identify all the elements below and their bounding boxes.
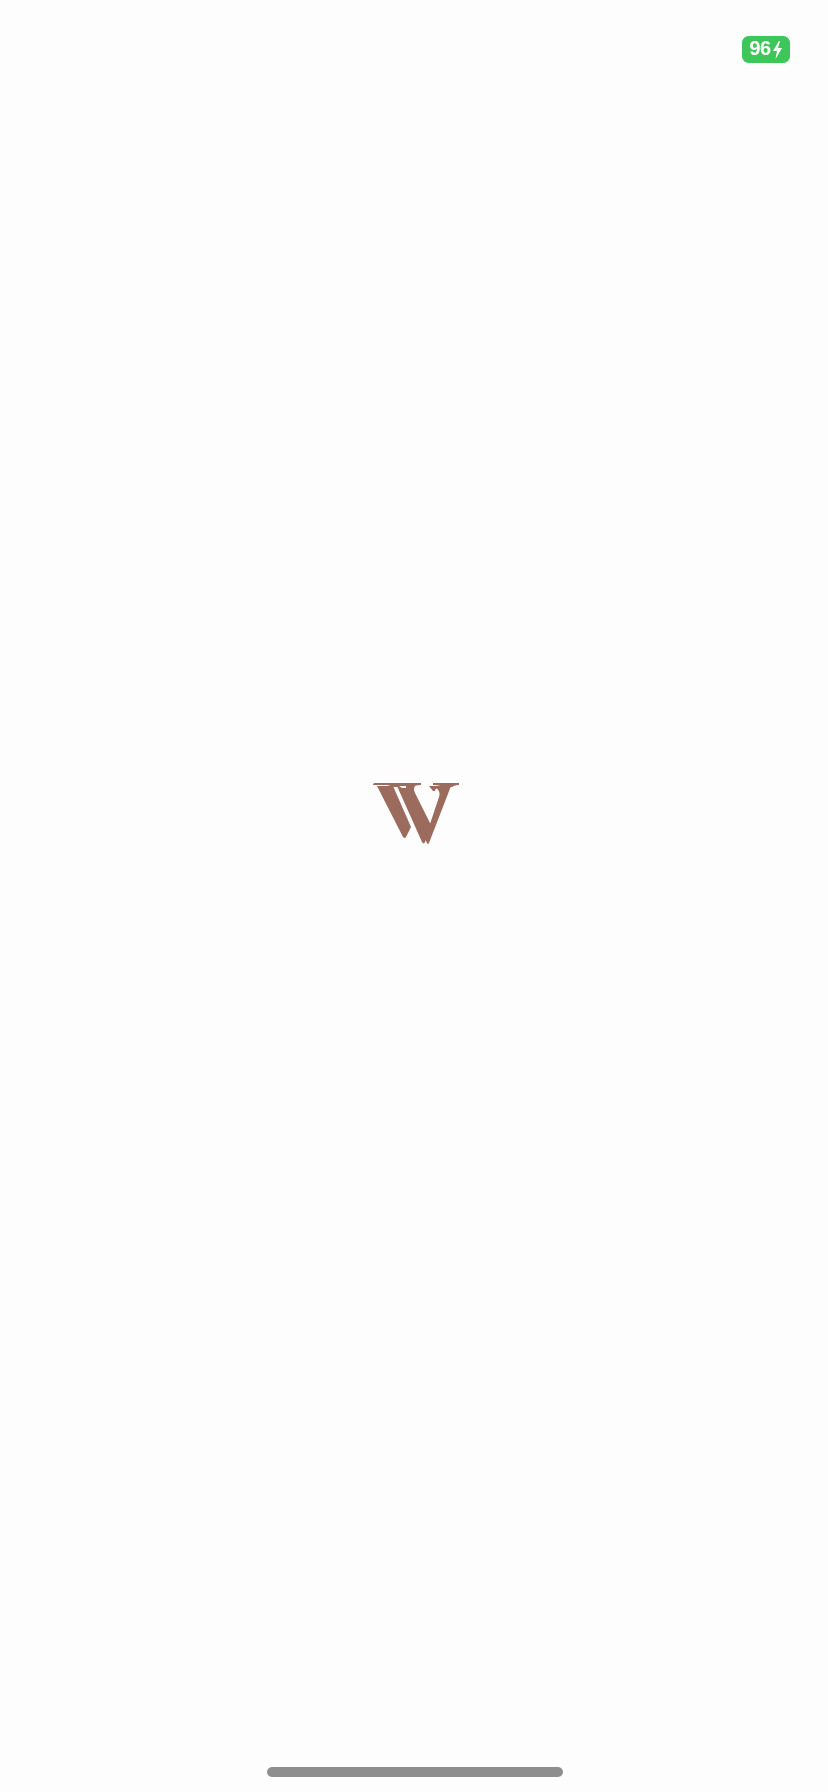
splash-content [0, 0, 828, 1792]
splash-screen: 96 [0, 0, 828, 1792]
w-monogram-logo [373, 783, 459, 845]
home-indicator[interactable] [267, 1767, 563, 1777]
